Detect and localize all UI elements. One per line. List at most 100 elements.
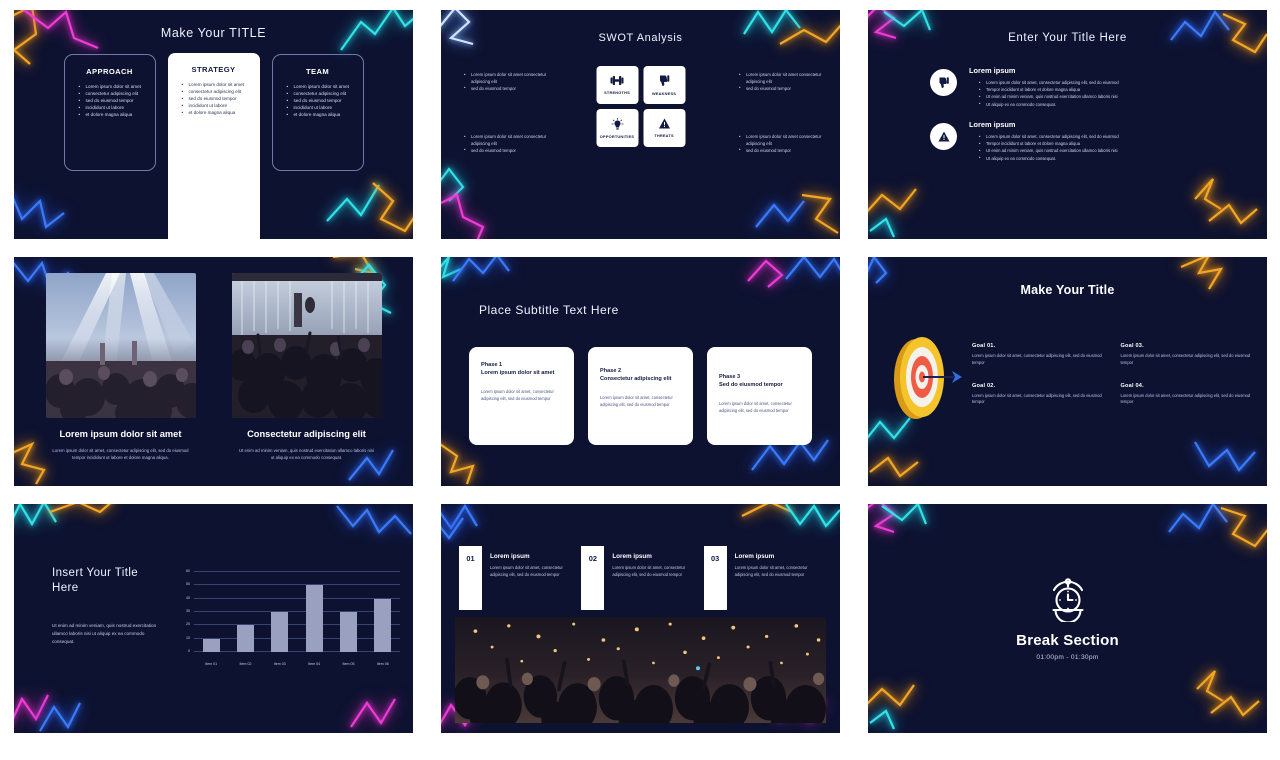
list-item: incididunt ut labore [287, 104, 354, 111]
step-body: Lorem ipsum dolor sit amet, consectetur … [612, 565, 686, 578]
column-card-strategy[interactable]: STRATEGY Lorem ipsum dolor sit amet cons… [167, 53, 260, 239]
swot-text-weakness: Lorem ipsum dolor sit amet consectetur a… [734, 72, 826, 93]
swot-card-opportunities[interactable]: OPPORTUNITIES [596, 109, 638, 147]
list-item: Ut aliquip ex ea commodo consequat. [979, 154, 1219, 162]
concert-crowd-photo [231, 273, 382, 418]
chart-bar-column[interactable] [196, 572, 226, 652]
neon-decor-top-right [738, 257, 840, 321]
chart-bar-column[interactable] [265, 572, 295, 652]
slide-3-icon-list[interactable]: Enter Your Title Here Lorem ipsum Lorem … [868, 10, 1267, 239]
list-item: et dolore magna aliqua [79, 111, 146, 118]
neon-decor-top-left [14, 504, 126, 568]
step-heading: Lorem ipsum [612, 553, 652, 560]
slide-8-numbered-steps[interactable]: 01 Lorem ipsum Lorem ipsum dolor sit ame… [441, 504, 840, 733]
phase-card-1[interactable]: Phase 1 Lorem ipsum dolor sit amet Lorem… [469, 347, 574, 445]
chart-bar-column[interactable] [230, 572, 260, 652]
numbered-step-1[interactable]: 01 Lorem ipsum Lorem ipsum dolor sit ame… [459, 546, 581, 610]
slide-5-phases[interactable]: Place Subtitle Text Here Phase 1 Lorem i… [441, 257, 840, 486]
phase-body: Lorem ipsum dolor sit amet, consectetur … [481, 389, 554, 402]
phase-heading: Sed do eiusmod tempor [719, 382, 783, 389]
slide-cell-5[interactable]: Place Subtitle Text Here Phase 1 Lorem i… [427, 247, 854, 494]
list-item: sed do eiusmod tempor [739, 85, 826, 93]
slide-cell-4[interactable]: Lorem ipsum dolor sit amet Lorem ipsum d… [0, 247, 427, 494]
chart-bar[interactable] [305, 585, 323, 652]
slide-cell-1[interactable]: Make Your TITLE APPROACH Lorem ipsum dol… [0, 0, 427, 247]
chart-bar[interactable] [271, 612, 289, 652]
slide-cell-7[interactable]: Insert Your Title Here Ut enim ad minim … [0, 494, 427, 741]
swot-card-threats[interactable]: THREATS [643, 109, 685, 147]
phase-heading: Consectetur adipiscing elit [600, 376, 672, 383]
swot-card-label: WEAKNESS [651, 90, 677, 96]
photo-body: Lorem ipsum dolor sit amet, consectetur … [52, 447, 189, 460]
lightbulb-icon [611, 117, 623, 130]
chart-bar[interactable] [374, 598, 392, 652]
swot-text-opportunities: Lorem ipsum dolor sit amet consectetur a… [459, 134, 551, 155]
icon-list-text: Lorem ipsum Lorem ipsum dolor sit amet, … [969, 120, 1219, 162]
dumbbell-icon [610, 76, 624, 85]
slide-9-break[interactable]: Break Section 01:00pm - 01:30pm [868, 504, 1267, 733]
step-number: 02 [581, 546, 605, 610]
step-heading: Lorem ipsum [734, 553, 775, 560]
slide-6-goals[interactable]: Make Your Title Goal 01. Lorem ipsum dol… [868, 257, 1267, 486]
column-heading: APPROACH [86, 67, 133, 76]
chart-x-tick-label: Item 02 [239, 662, 252, 666]
phase-card-group: Phase 1 Lorem ipsum dolor sit amet Lorem… [441, 347, 840, 445]
slide-1-three-column[interactable]: Make Your TITLE APPROACH Lorem ipsum dol… [14, 10, 413, 239]
concert-stage-photo [45, 273, 196, 418]
warning-triangle-icon [938, 131, 949, 142]
swot-card-weakness[interactable]: WEAKNESS [643, 66, 685, 104]
slide-cell-3[interactable]: Enter Your Title Here Lorem ipsum Lorem … [854, 0, 1280, 247]
step-text: Lorem ipsum Lorem ipsum dolor sit amet, … [482, 546, 572, 578]
list-item: Tempor incididunt ut labore et dolore ma… [979, 86, 1219, 93]
numbered-step-2[interactable]: 02 Lorem ipsum Lorem ipsum dolor sit ame… [581, 546, 703, 610]
column-bullet-list: Lorem ipsum dolor sit amet consectetur a… [282, 82, 354, 119]
icon-list-row-2[interactable]: Lorem ipsum Lorem ipsum dolor sit amet, … [930, 120, 1219, 162]
numbered-step-3[interactable]: 03 Lorem ipsum Lorem ipsum dolor sit ame… [703, 546, 826, 610]
chart-bars [194, 572, 400, 652]
step-body: Lorem ipsum dolor sit amet, consectetur … [734, 565, 808, 578]
photo-caption: Lorem ipsum dolor sit amet [59, 429, 182, 439]
phase-label: Phase 1 [481, 362, 503, 368]
chart-bar[interactable] [339, 612, 357, 652]
bar-chart[interactable]: 0 10 20 30 40 50 60 Item 01 Item 02 Item 03 Item … [174, 569, 406, 668]
chart-y-tick-label: 10 [186, 635, 190, 640]
phase-card-3[interactable]: Phase 3 Sed do eiusmod tempor Lorem ipsu… [707, 347, 812, 445]
chart-bar-column[interactable] [333, 572, 363, 652]
chart-text-block: Insert Your Title Here Ut enim ad minim … [52, 566, 162, 646]
slide-4-two-photos[interactable]: Lorem ipsum dolor sit amet Lorem ipsum d… [14, 257, 413, 486]
icon-list-row-1[interactable]: Lorem ipsum Lorem ipsum dolor sit amet, … [930, 66, 1219, 108]
list-item: Lorem ipsum dolor sit amet consectetur a… [739, 72, 826, 86]
column-card-team[interactable]: TEAM Lorem ipsum dolor sit amet consecte… [271, 54, 364, 171]
goal-item-02[interactable]: Goal 02. Lorem ipsum dolor sit amet, con… [972, 383, 1105, 407]
goal-item-04[interactable]: Goal 04. Lorem ipsum dolor sit amet, con… [1121, 383, 1254, 407]
list-item: Lorem ipsum dolor sit amet consectetur a… [464, 72, 551, 86]
swot-card-strengths[interactable]: STRENGTHS [596, 66, 638, 104]
list-item: sed do eiusmod tempor [739, 147, 826, 155]
slide-cell-6[interactable]: Make Your Title Goal 01. Lorem ipsum dol… [854, 247, 1280, 494]
slide-cell-2[interactable]: SWOT Analysis STRENGTHS WEAKNESS OPPORTU… [427, 0, 854, 247]
goal-item-01[interactable]: Goal 01. Lorem ipsum dolor sit amet, con… [972, 343, 1105, 367]
list-item: Lorem ipsum dolor sit amet [79, 82, 146, 90]
bullet-list: Lorem ipsum dolor sit amet, consectetur … [969, 132, 1219, 162]
chart-bar-column[interactable] [299, 572, 329, 652]
phase-card-2[interactable]: Phase 2 Consectetur adipiscing elit Lore… [588, 347, 693, 445]
chart-bar[interactable] [202, 638, 220, 652]
column-group: APPROACH Lorem ipsum dolor sit amet cons… [14, 53, 413, 239]
column-heading: TEAM [305, 67, 330, 76]
photo-column-2[interactable]: Consectetur adipiscing elit Ut enim ad m… [231, 273, 382, 461]
neon-decor-bottom-right [748, 175, 840, 239]
list-item: sed do eiusmod tempor [79, 97, 146, 104]
break-time-range: 01:00pm - 01:30pm [1036, 654, 1099, 661]
list-item: Ut enim ad minim veniam, quis nostrud ex… [979, 147, 1219, 154]
column-card-approach[interactable]: APPROACH Lorem ipsum dolor sit amet cons… [63, 54, 156, 171]
slide-2-swot[interactable]: SWOT Analysis STRENGTHS WEAKNESS OPPORTU… [441, 10, 840, 239]
slide-cell-9[interactable]: Break Section 01:00pm - 01:30pm [854, 494, 1280, 741]
photo-column-1[interactable]: Lorem ipsum dolor sit amet Lorem ipsum d… [45, 273, 196, 461]
goal-item-03[interactable]: Goal 03. Lorem ipsum dolor sit amet, con… [1121, 343, 1254, 367]
slide-cell-8[interactable]: 01 Lorem ipsum Lorem ipsum dolor sit ame… [427, 494, 854, 741]
goal-grid: Goal 01. Lorem ipsum dolor sit amet, con… [972, 329, 1253, 406]
slide-7-bar-chart[interactable]: Insert Your Title Here Ut enim ad minim … [14, 504, 413, 733]
chart-bar-column[interactable] [368, 572, 398, 652]
chart-bar[interactable] [236, 625, 254, 652]
page-title: Place Subtitle Text Here [479, 303, 619, 317]
